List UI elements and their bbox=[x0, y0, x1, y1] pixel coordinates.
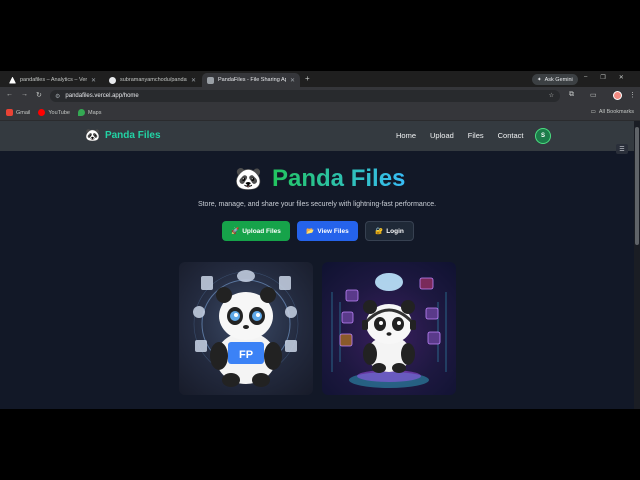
new-tab-button[interactable]: + bbox=[305, 74, 310, 83]
folder-icon: ▭ bbox=[590, 109, 596, 115]
nav-links: Home Upload Files Contact bbox=[396, 131, 524, 140]
panda-with-file-icons-image: FP bbox=[179, 262, 313, 395]
hero-subtitle: Store, manage, and share your files secu… bbox=[197, 201, 437, 208]
tab-vercel-analytics[interactable]: pandafiles – Analytics – Vercel ✕ bbox=[4, 73, 101, 87]
maximize-icon[interactable]: ❐ bbox=[600, 74, 605, 81]
nav-contact[interactable]: Contact bbox=[498, 131, 524, 140]
scrollbar-thumb[interactable] bbox=[635, 127, 639, 245]
profile-avatar[interactable] bbox=[613, 91, 622, 100]
view-files-button[interactable]: 📂 View Files bbox=[297, 221, 358, 241]
bookmark-star-icon[interactable]: ☆ bbox=[549, 92, 554, 99]
user-avatar[interactable]: S bbox=[535, 128, 551, 144]
panda-with-headphones-image bbox=[322, 262, 456, 395]
ask-gemini-label: Ask Gemini bbox=[544, 76, 573, 83]
bookmark-gmail[interactable]: Gmail bbox=[6, 109, 30, 116]
upload-files-label: Upload Files bbox=[242, 227, 281, 235]
panda-illustration-2 bbox=[331, 273, 447, 388]
brand-name: Panda Files bbox=[104, 129, 161, 141]
close-icon[interactable]: ✕ bbox=[91, 77, 96, 84]
site-navbar: 🐼 Panda Files Home Upload Files Contact … bbox=[0, 121, 634, 151]
browser-toolbar: ← → ↻ ⚙ pandafiles.vercel.app/home ☆ ⧉ ▭… bbox=[0, 87, 640, 105]
bookmark-label: Gmail bbox=[16, 109, 31, 116]
github-icon bbox=[109, 76, 116, 84]
hero-heading: Panda Files bbox=[272, 165, 406, 192]
login-label: Login bbox=[386, 227, 404, 235]
floating-menu-icon[interactable]: ☰ bbox=[616, 144, 628, 154]
browser-chrome: pandafiles – Analytics – Vercel ✕ subram… bbox=[0, 71, 640, 121]
tab-strip: pandafiles – Analytics – Vercel ✕ subram… bbox=[0, 71, 640, 87]
page-scrollbar[interactable] bbox=[634, 121, 640, 409]
bookmark-label: YouTube bbox=[48, 109, 70, 116]
close-icon[interactable]: ✕ bbox=[290, 77, 295, 84]
sidepanel-icon[interactable]: ▭ bbox=[590, 91, 597, 99]
nav-upload[interactable]: Upload bbox=[430, 131, 454, 140]
all-bookmarks-button[interactable]: ▭ All Bookmarks bbox=[591, 109, 634, 115]
upload-files-button[interactable]: 🚀 Upload Files bbox=[222, 221, 290, 241]
hero-title: 🐼 Panda Files bbox=[0, 165, 634, 193]
tab-github-repo[interactable]: subramanyamchodu/pandafiles ✕ bbox=[104, 73, 201, 87]
lock-icon: 🔐 bbox=[375, 228, 384, 235]
window-controls: – ❐ ✕ bbox=[584, 74, 624, 81]
letterbox-top bbox=[0, 0, 640, 71]
tab-title: pandafiles – Analytics – Vercel bbox=[20, 77, 87, 83]
panda-illustration-1: FP bbox=[193, 270, 299, 387]
close-window-icon[interactable]: ✕ bbox=[619, 74, 624, 81]
login-button[interactable]: 🔐 Login bbox=[365, 221, 414, 241]
all-bookmarks-label: All Bookmarks bbox=[598, 109, 634, 115]
brand[interactable]: 🐼 Panda Files bbox=[85, 129, 161, 141]
gmail-icon bbox=[6, 109, 13, 116]
panda-logo-icon: 🐼 bbox=[85, 128, 100, 142]
menu-icon[interactable]: ⋮ bbox=[629, 91, 636, 99]
letterbox-bottom bbox=[0, 409, 640, 480]
bookmarks-bar: Gmail YouTube Maps ▭ All Bookmarks bbox=[0, 105, 640, 121]
maps-icon bbox=[78, 109, 85, 116]
sparkle-icon: ✦ bbox=[537, 76, 542, 83]
tab-title: subramanyamchodu/pandafiles bbox=[120, 77, 187, 83]
address-bar[interactable]: ⚙ pandafiles.vercel.app/home ☆ bbox=[50, 90, 560, 102]
back-icon[interactable]: ← bbox=[6, 91, 13, 98]
reload-icon[interactable]: ↻ bbox=[36, 91, 42, 99]
web-page: 🐼 Panda Files Home Upload Files Contact … bbox=[0, 121, 634, 409]
nav-home[interactable]: Home bbox=[396, 131, 416, 140]
bookmark-maps[interactable]: Maps bbox=[78, 109, 101, 116]
site-info-icon[interactable]: ⚙ bbox=[55, 93, 60, 100]
bookmark-youtube[interactable]: YouTube bbox=[38, 109, 70, 116]
rocket-icon: 🚀 bbox=[231, 228, 240, 235]
youtube-icon bbox=[38, 109, 46, 116]
tab-title: PandaFiles - File Sharing App bbox=[218, 77, 286, 83]
panda-hero-icon: 🐼 bbox=[234, 166, 262, 191]
bookmark-label: Maps bbox=[88, 109, 102, 116]
close-icon[interactable]: ✕ bbox=[191, 77, 196, 84]
view-files-label: View Files bbox=[317, 227, 349, 235]
url-text[interactable]: pandafiles.vercel.app/home bbox=[65, 93, 138, 99]
tab-pandafiles[interactable]: PandaFiles - File Sharing App ✕ bbox=[202, 73, 300, 87]
card-file-caption: FP bbox=[239, 349, 253, 361]
ask-gemini-button[interactable]: ✦ Ask Gemini bbox=[532, 74, 578, 85]
folder-icon: 📂 bbox=[306, 228, 315, 235]
minimize-icon[interactable]: – bbox=[584, 74, 587, 81]
extensions-icon[interactable]: ⧉ bbox=[569, 91, 574, 99]
nav-files[interactable]: Files bbox=[468, 131, 484, 140]
hero-buttons: 🚀 Upload Files 📂 View Files 🔐 Login bbox=[222, 221, 414, 241]
forward-icon[interactable]: → bbox=[21, 91, 28, 98]
vercel-icon bbox=[9, 76, 16, 84]
site-favicon-icon bbox=[207, 76, 214, 84]
